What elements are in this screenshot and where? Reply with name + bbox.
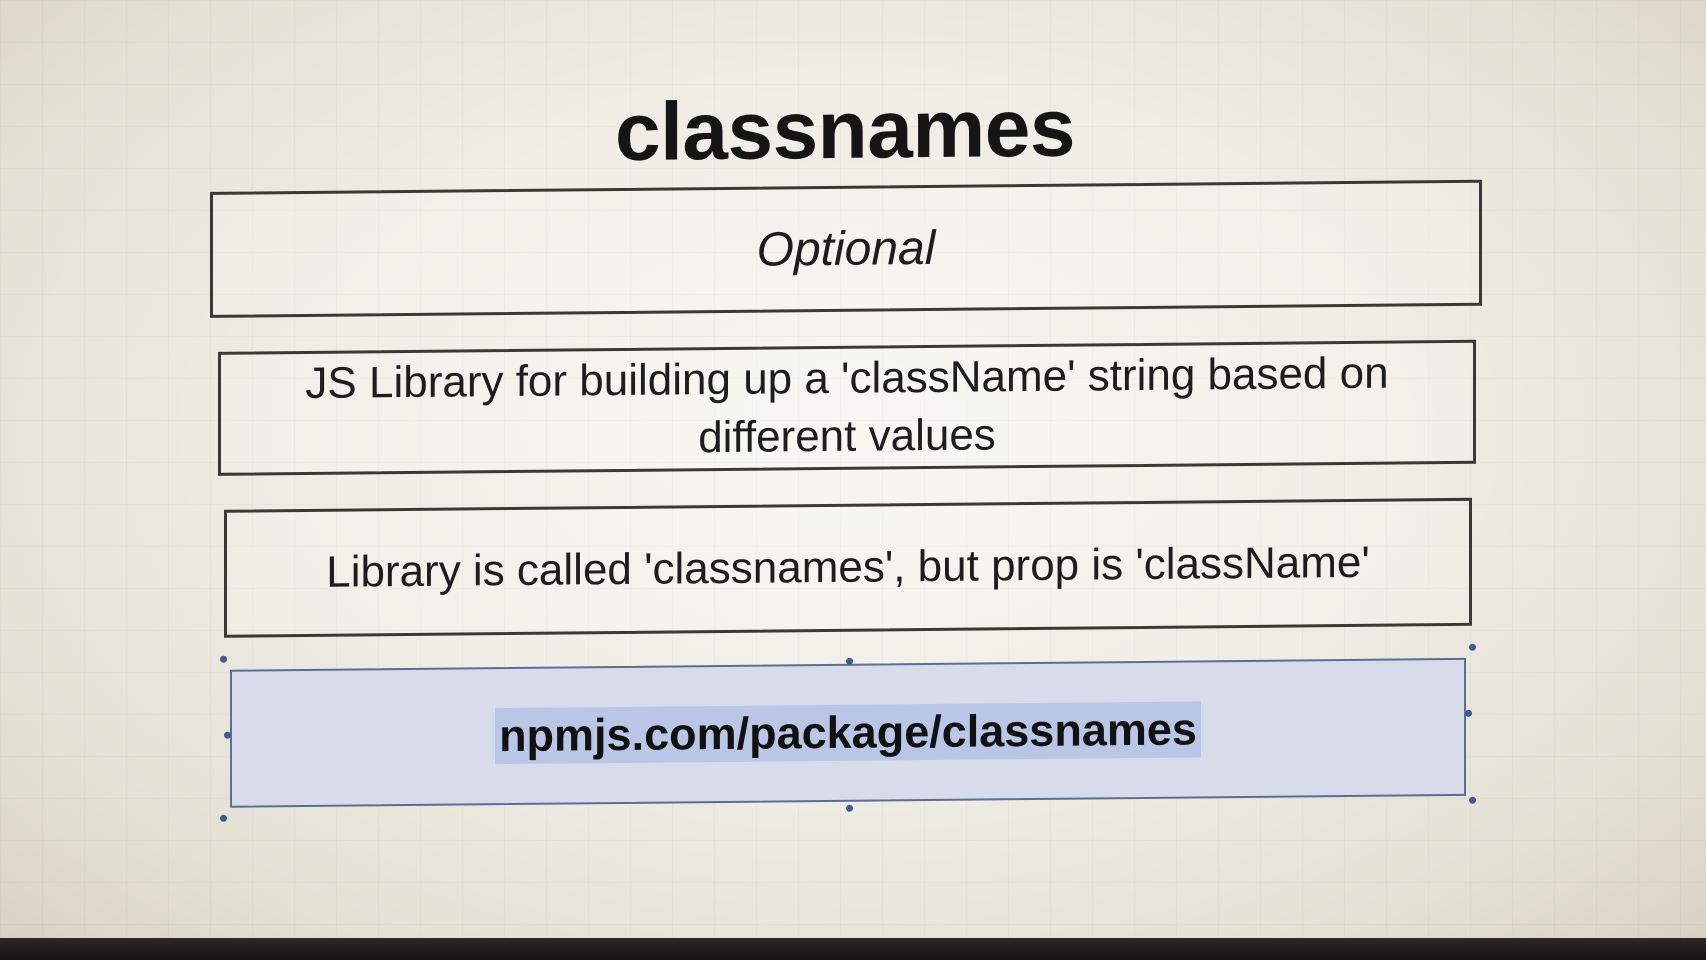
selected-link-textbox[interactable]: npmjs.com/package/classnames (220, 643, 1476, 822)
optional-textbox[interactable]: Optional (210, 179, 1482, 318)
resize-handle-top-left[interactable] (220, 655, 227, 663)
optional-text: Optional (756, 221, 936, 277)
description-text: JS Library for building up a 'className'… (305, 348, 1389, 463)
monitor-bezel (0, 938, 1706, 960)
monitor-screen: classnames Optional JS Library for build… (0, 0, 1706, 960)
slide-canvas: classnames Optional JS Library for build… (200, 68, 1490, 860)
slide-title[interactable]: classnames (200, 78, 1490, 184)
resize-handle-bottom-right[interactable] (1469, 796, 1476, 804)
resize-handle-bottom-middle[interactable] (846, 804, 853, 812)
resize-handle-middle-left[interactable] (224, 731, 231, 739)
resize-handle-top-right[interactable] (1469, 643, 1476, 651)
resize-handle-middle-right[interactable] (1465, 709, 1472, 717)
naming-note-textbox[interactable]: Library is called 'classnames', but prop… (224, 497, 1472, 638)
link-text[interactable]: npmjs.com/package/classnames (495, 701, 1201, 765)
resize-handle-bottom-left[interactable] (220, 814, 227, 822)
naming-note-text: Library is called 'classnames', but prop… (326, 537, 1370, 597)
description-textbox[interactable]: JS Library for building up a 'className'… (218, 339, 1476, 476)
resize-handle-top-middle[interactable] (846, 657, 853, 665)
